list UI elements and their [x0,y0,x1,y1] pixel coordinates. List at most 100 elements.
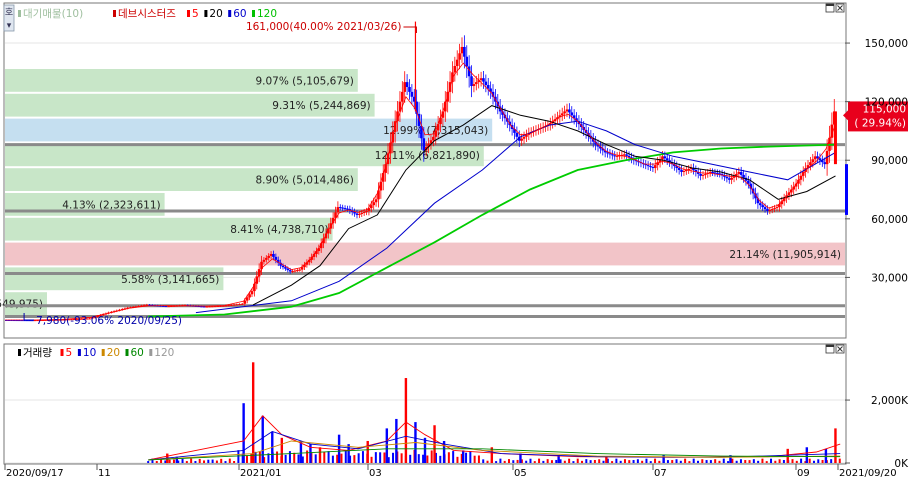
candle-body [458,53,461,60]
volume-bar [379,452,382,463]
volume-bar [447,452,450,463]
candle-body [358,213,361,215]
volume-bar [215,460,218,463]
volume-bar [529,458,532,463]
candle-body [677,168,681,170]
candle-body [291,271,294,273]
volume-bar [538,458,541,463]
candle-body [227,305,230,307]
volume-spike-bar [605,456,608,463]
volume-bar [495,461,498,463]
volume-bar [361,451,364,463]
volume-bar [512,460,515,463]
candle-body [522,136,526,139]
volume-bar [314,454,317,463]
candle-body [230,304,233,306]
volume-bar [190,458,193,463]
volume-bar [761,458,764,463]
volume-bar [194,461,197,463]
volume-bar [770,458,773,463]
volume-bar [323,452,326,463]
volume-bar [838,458,841,463]
candle-body [269,253,273,256]
candle-body [463,46,466,57]
volume-bar [623,459,626,463]
candle-body [563,111,566,114]
candle-body [730,177,733,180]
volume-bar [422,454,425,463]
volume-bar [666,460,669,463]
candle-body [520,138,523,141]
volume-bar [675,459,678,463]
volume-bar [503,460,506,463]
volume-bar [276,451,279,463]
volume-bar [220,458,223,463]
candle-body [823,162,827,165]
legend-label: 120 [154,347,174,359]
volume-bar [709,460,712,463]
supply-zone-label: 5.58% (3,141,665) [121,274,219,286]
legend-label: 20 [107,347,120,359]
volume-bar [203,460,206,463]
candle-body [465,56,469,67]
volume-spike-bar [337,434,341,463]
volume-bar [181,458,184,463]
volume-bar [327,451,330,463]
volume-spike-bar [280,437,284,463]
candle-body [768,210,772,212]
volume-bar [207,459,210,463]
price-tick-label: 120,000 [865,97,908,109]
candle-body [766,209,769,212]
volume-bar [636,459,639,463]
candle-body [470,76,473,87]
candle-body [608,153,612,155]
volume-bar [198,458,201,463]
maximize-volume-pane-icon [826,345,834,347]
volume-bar [147,461,150,463]
candle-body [809,162,812,166]
volume-spike-bar [404,378,408,463]
volume-bar [568,458,571,463]
volume-bar [697,460,699,463]
candle-body [210,306,214,308]
candle-body [758,203,762,206]
candle-body [343,208,347,210]
candle-body [653,165,657,169]
price-tick-label: 150,000 [865,38,908,50]
volume-bar [830,459,833,463]
volume-bar [688,461,691,463]
candle-body [625,154,628,156]
volume-bar [456,456,459,463]
candle-body [262,259,266,262]
candle-body [293,270,297,272]
candle-body [250,291,254,295]
candle-body [482,78,485,82]
date-tick-label: 07 [654,468,667,478]
volume-bar [800,458,803,463]
candle-body [475,82,478,85]
volume-bar [293,452,296,463]
volume-bar [211,459,214,463]
volume-bar [331,455,334,463]
volume-spike-bar [385,428,389,463]
price-tick-label: 30,000 [871,272,908,284]
candle-body [763,207,767,210]
candle-body [665,158,669,161]
candle-body [739,171,743,175]
volume-spike-bar [461,450,465,463]
candle-body [742,174,745,178]
volume-bar [258,451,261,463]
volume-spike-bar [366,440,369,463]
volume-bar [228,458,231,463]
volume-bar [245,455,248,463]
candle-body [515,132,519,137]
candle-body [560,113,564,116]
volume-bar [387,457,390,463]
candle-body [432,136,435,141]
candle-body [682,170,686,172]
volume-bar [748,460,751,463]
volume-bar [452,451,455,463]
price-pane: 9.07% (5,105,679)9.31% (5,244,869)12.99%… [0,2,908,339]
volume-bar [757,460,760,463]
volume-bar [486,460,489,463]
